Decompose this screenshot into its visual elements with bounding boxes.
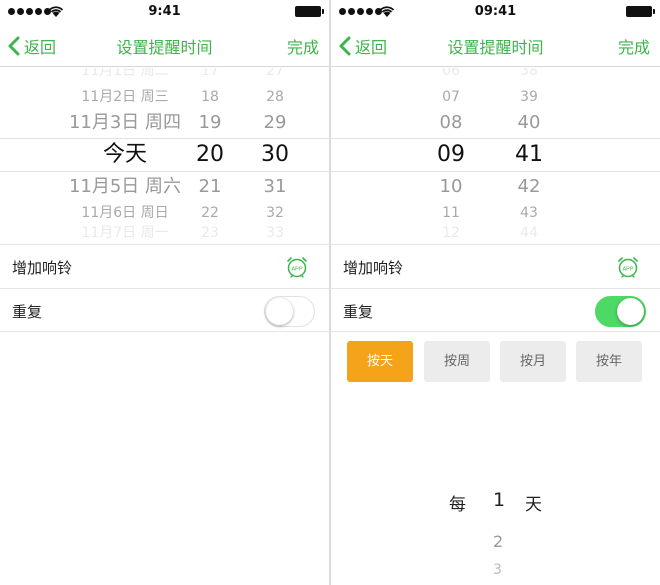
- repeat-by-month-button[interactable]: 按月: [500, 341, 566, 382]
- repeat-row: 重复: [0, 288, 329, 332]
- alarm-clock-app-icon[interactable]: APP: [285, 255, 309, 279]
- time-picker[interactable]: 06 38 07 39 08 40 09 41 10 42 11 43 12 44: [331, 68, 660, 243]
- picker-row: 12 44: [442, 225, 538, 241]
- repeat-by-week-button[interactable]: 按周: [424, 341, 490, 382]
- page-title: 设置提醒时间: [447, 38, 544, 57]
- interval-value: 2: [493, 532, 504, 551]
- add-ringtone-label: 增加响铃: [12, 259, 73, 277]
- interval-unit: 天: [525, 495, 542, 515]
- interval-prefix: 每: [449, 495, 466, 515]
- nav-bar: 返回 设置提醒时间 完成: [331, 24, 660, 67]
- svg-text:APP: APP: [622, 267, 633, 273]
- repeat-frequency-group: 按天 按周 按月 按年: [347, 341, 647, 382]
- toggle-knob: [617, 298, 644, 325]
- repeat-by-day-button[interactable]: 按天: [347, 341, 413, 382]
- repeat-toggle[interactable]: [264, 296, 315, 327]
- datetime-picker[interactable]: 11月1日 周二 17 27 11月2日 周三 18 28 11月3日 周四 19 …: [0, 68, 329, 243]
- status-time: 9:41: [148, 4, 181, 19]
- picker-row-selected: 今天 20 30: [102, 142, 289, 167]
- repeat-label: 重复: [12, 303, 43, 321]
- right-screen: 09:41 返回 设置提醒时间 完成 06 38 07 39 08 40 09 4…: [331, 0, 660, 585]
- svg-text:APP: APP: [291, 267, 302, 273]
- left-screen: 9:41 返回 设置提醒时间 完成 11月1日 周二 17 27 11月2日 周三 …: [0, 0, 329, 585]
- picker-row: 11月3日 周四 19 29: [68, 112, 287, 133]
- interval-value: 3: [493, 562, 502, 578]
- battery-icon: [626, 6, 655, 17]
- status-bar: 9:41: [0, 0, 329, 24]
- repeat-row: 重复: [331, 288, 660, 332]
- battery-icon: [295, 6, 324, 17]
- picker-row-selected: 09 41: [437, 142, 543, 167]
- repeat-by-year-button[interactable]: 按年: [576, 341, 642, 382]
- status-bar: 09:41: [331, 0, 660, 24]
- done-button[interactable]: 完成: [287, 34, 319, 58]
- status-time: 09:41: [474, 4, 517, 19]
- repeat-toggle[interactable]: [595, 296, 646, 327]
- alarm-clock-app-icon[interactable]: APP: [616, 255, 640, 279]
- done-button[interactable]: 完成: [618, 34, 650, 58]
- toggle-knob: [266, 298, 293, 325]
- add-ringtone-row[interactable]: 增加响铃 APP: [0, 244, 329, 288]
- picker-row: 08 40: [439, 112, 541, 133]
- repeat-label: 重复: [343, 303, 374, 321]
- add-ringtone-label: 增加响铃: [343, 259, 404, 277]
- nav-bar: 返回 设置提醒时间 完成: [0, 24, 329, 67]
- add-ringtone-row[interactable]: 增加响铃 APP: [331, 244, 660, 288]
- page-title: 设置提醒时间: [116, 38, 213, 57]
- picker-row: 11月7日 周一 23 33: [81, 225, 284, 241]
- interval-value-selected: 1: [493, 489, 506, 511]
- interval-picker[interactable]: 每 1 天 2 3: [331, 480, 660, 585]
